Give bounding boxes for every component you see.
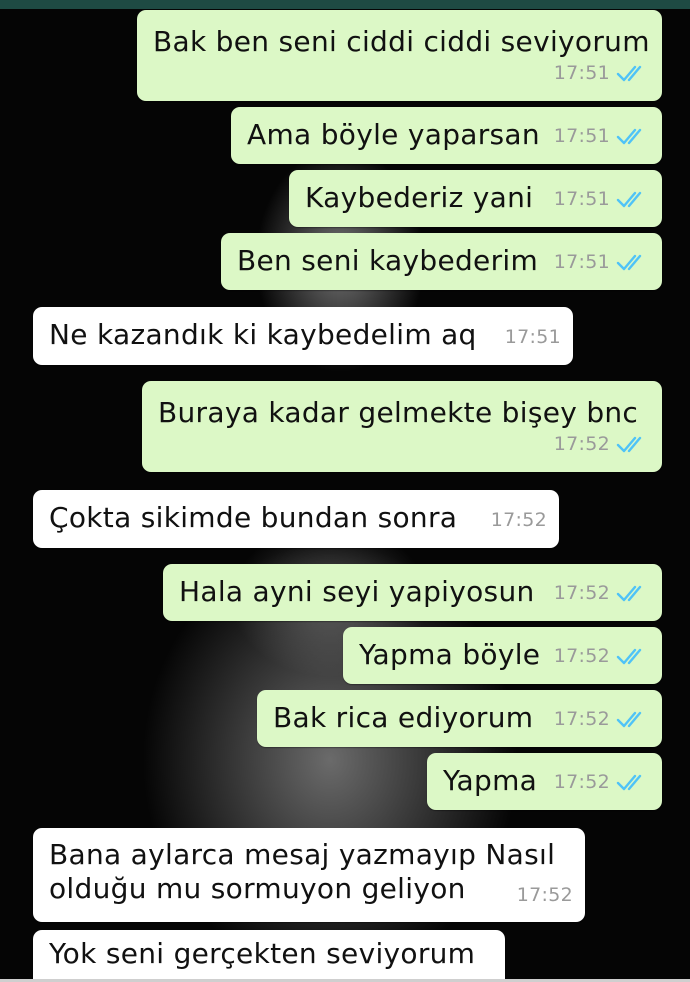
message-text: Yok seni gerçekten seviyorum [49, 937, 476, 970]
message-list[interactable]: Bak ben seni ciddi ciddi seviyorum 17:51… [0, 0, 690, 982]
message-time: 17:52 [516, 884, 573, 906]
message-bubble-outgoing[interactable]: Yapma böyle 17:52 [343, 627, 662, 684]
message-time: 17:52 [490, 509, 547, 531]
message-bubble-outgoing[interactable]: Ben seni kaybederim 17:51 [221, 233, 662, 290]
chat-screen: Bak ben seni ciddi ciddi seviyorum 17:51… [0, 0, 690, 982]
message-time: 17:51 [553, 125, 610, 147]
message-time: 17:52 [553, 708, 610, 730]
double-check-icon [616, 191, 642, 208]
message-meta: 17:52 [554, 575, 648, 611]
message-meta: 17:52 [517, 878, 573, 912]
message-bubble-incoming[interactable]: Bana aylarca mesaj yazmayıp Nasıl olduğu… [33, 828, 585, 922]
message-meta: 17:51 [554, 181, 648, 217]
message-meta: 17:52 [491, 502, 547, 538]
message-bubble-incoming[interactable]: Yok seni gerçekten seviyorum [33, 930, 505, 982]
message-meta: 17:51 [554, 118, 648, 154]
double-check-icon [616, 254, 642, 271]
double-check-icon [616, 711, 642, 728]
message-time: 17:52 [553, 771, 610, 793]
message-bubble-incoming[interactable]: Ne kazandık ki kaybedelim aq 17:51 [33, 307, 573, 365]
message-meta: 17:51 [554, 244, 648, 280]
message-meta: 17:51 [505, 319, 561, 355]
message-text: Kaybederiz yani [305, 181, 534, 214]
message-time: 17:52 [553, 582, 610, 604]
double-check-icon [616, 436, 642, 453]
message-bubble-outgoing[interactable]: Buraya kadar gelmekte bişey bnc 17:52 [142, 381, 662, 472]
message-bubble-outgoing[interactable]: Bak ben seni ciddi ciddi seviyorum 17:51 [137, 10, 662, 101]
message-bubble-incoming[interactable]: Çokta sikimde bundan sonra 17:52 [33, 490, 559, 548]
message-text-line: olduğu mu sormuyon geliyon [49, 872, 466, 905]
message-time: 17:52 [553, 645, 610, 667]
double-check-icon [616, 774, 642, 791]
message-meta: 17:52 [554, 764, 648, 800]
double-check-icon [616, 128, 642, 145]
message-time: 17:52 [553, 433, 610, 455]
message-bubble-outgoing[interactable]: Yapma 17:52 [427, 753, 662, 810]
message-text: Yapma böyle [359, 638, 541, 671]
message-text: Yapma [443, 764, 538, 797]
message-text: Ben seni kaybederim [237, 244, 539, 277]
message-time: 17:51 [553, 188, 610, 210]
message-text: Ama böyle yaparsan [247, 118, 540, 151]
double-check-icon [616, 648, 642, 665]
message-meta: 17:52 [554, 426, 648, 462]
message-text: Bak rica ediyorum [273, 701, 534, 734]
message-text: Hala ayni seyi yapiyosun [179, 575, 535, 608]
message-bubble-outgoing[interactable]: Hala ayni seyi yapiyosun 17:52 [163, 564, 662, 621]
message-time: 17:51 [504, 326, 561, 348]
double-check-icon [616, 65, 642, 82]
message-text-line: Bana aylarca mesaj yazmayıp Nasıl [49, 838, 556, 871]
message-meta: 17:52 [554, 638, 648, 674]
message-meta: 17:51 [554, 55, 648, 91]
message-time: 17:51 [553, 251, 610, 273]
message-text: Çokta sikimde bundan sonra [49, 501, 458, 534]
message-bubble-outgoing[interactable]: Kaybederiz yani 17:51 [289, 170, 662, 227]
message-bubble-outgoing[interactable]: Bak rica ediyorum 17:52 [257, 690, 662, 747]
message-bubble-outgoing[interactable]: Ama böyle yaparsan 17:51 [231, 107, 662, 164]
message-time: 17:51 [553, 62, 610, 84]
message-text: Ne kazandık ki kaybedelim aq [49, 318, 477, 351]
message-meta: 17:52 [554, 701, 648, 737]
double-check-icon [616, 585, 642, 602]
